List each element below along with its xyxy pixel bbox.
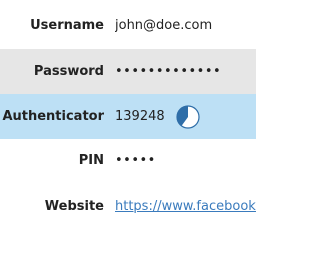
authenticator-label: Authenticator (2, 109, 104, 124)
authenticator-row[interactable]: Authenticator 139248 (0, 94, 256, 139)
pin-label: PIN (78, 153, 104, 168)
authenticator-code-group: 139248 (115, 104, 200, 129)
authenticator-code[interactable]: 139248 (115, 109, 165, 124)
password-row[interactable]: Password ••••••••••••• (0, 49, 256, 94)
countdown-pie-icon (176, 104, 200, 129)
password-label: Password (33, 64, 104, 79)
username-row[interactable]: Username john@doe.com (0, 3, 256, 48)
entry-detail-list: Username john@doe.com Password •••••••••… (0, 0, 256, 256)
website-row[interactable]: Website https://www.facebook.c (0, 184, 256, 229)
pin-value[interactable]: ••••• (115, 153, 156, 168)
pin-row[interactable]: PIN ••••• (0, 138, 256, 183)
website-label: Website (44, 199, 104, 214)
password-value[interactable]: ••••••••••••• (115, 64, 221, 79)
username-value[interactable]: john@doe.com (115, 18, 212, 33)
website-link[interactable]: https://www.facebook.c (115, 199, 256, 214)
username-label: Username (30, 18, 104, 33)
